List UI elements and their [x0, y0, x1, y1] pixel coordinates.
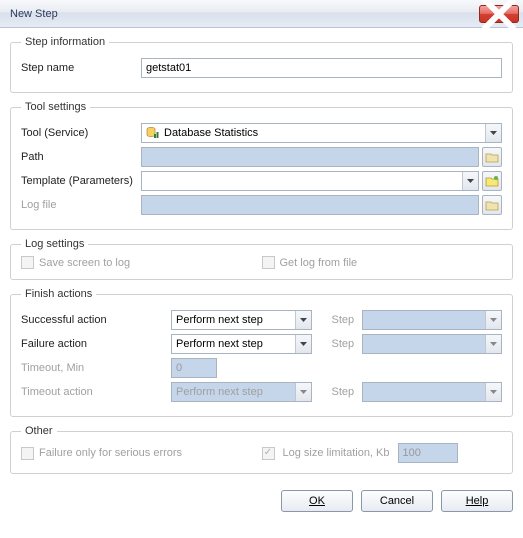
other-legend: Other [21, 425, 57, 437]
get-log-label: Get log from file [280, 257, 358, 269]
tool-combo[interactable]: Database Statistics [141, 123, 502, 143]
template-browse-button[interactable] [482, 171, 502, 191]
path-label: Path [21, 151, 141, 163]
success-action-label: Successful action [21, 314, 171, 326]
success-step-label: Step [312, 314, 362, 326]
folder-open-icon [485, 174, 499, 188]
timeout-input [171, 358, 217, 378]
step-name-input[interactable] [141, 58, 502, 78]
step-information-legend: Step information [21, 36, 109, 48]
folder-icon [485, 150, 499, 164]
chevron-down-icon [485, 124, 501, 142]
folder-icon [485, 198, 499, 212]
logfile-browse-button[interactable] [482, 195, 502, 215]
template-label: Template (Parameters) [21, 175, 141, 187]
chevron-down-icon [295, 311, 311, 329]
chevron-down-icon [295, 335, 311, 353]
chevron-down-icon [462, 172, 478, 190]
finish-actions-legend: Finish actions [21, 288, 96, 300]
finish-actions-group: Finish actions Successful action Perform… [10, 288, 513, 417]
cancel-button[interactable]: Cancel [361, 490, 433, 512]
timeout-label: Timeout, Min [21, 362, 171, 374]
logfile-label: Log file [21, 199, 141, 211]
failure-action-label: Failure action [21, 338, 171, 350]
logfile-input [141, 195, 479, 215]
log-settings-group: Log settings Save screen to log Get log … [10, 238, 513, 280]
timeout-action-combo: Perform next step [171, 382, 312, 402]
save-screen-label: Save screen to log [39, 257, 130, 269]
timeout-action-label: Timeout action [21, 386, 171, 398]
timeout-step-combo [362, 382, 503, 402]
step-name-label: Step name [21, 62, 141, 74]
failure-action-value: Perform next step [176, 338, 263, 350]
template-combo[interactable] [141, 171, 479, 191]
save-screen-checkbox [21, 256, 34, 269]
path-input [141, 147, 479, 167]
chevron-down-icon [295, 383, 311, 401]
chevron-down-icon [485, 383, 501, 401]
button-bar: OK Cancel Help [0, 488, 523, 514]
log-settings-legend: Log settings [21, 238, 88, 250]
success-action-combo[interactable]: Perform next step [171, 310, 312, 330]
step-information-group: Step information Step name [10, 36, 513, 93]
logsize-checkbox [262, 447, 275, 460]
tool-settings-legend: Tool settings [21, 101, 90, 113]
close-button[interactable] [479, 5, 519, 23]
tool-label: Tool (Service) [21, 127, 141, 139]
serious-errors-label: Failure only for serious errors [39, 447, 182, 459]
failure-step-label: Step [312, 338, 362, 350]
window-title: New Step [10, 8, 479, 20]
other-group: Other Failure only for serious errors Lo… [10, 425, 513, 474]
chevron-down-icon [485, 311, 501, 329]
logsize-label: Log size limitation, Kb [283, 447, 390, 459]
get-log-checkbox [262, 256, 275, 269]
path-browse-button[interactable] [482, 147, 502, 167]
timeout-action-value: Perform next step [176, 386, 263, 398]
failure-step-combo [362, 334, 503, 354]
tool-value: Database Statistics [164, 127, 258, 139]
success-action-value: Perform next step [176, 314, 263, 326]
failure-action-combo[interactable]: Perform next step [171, 334, 312, 354]
timeout-step-label: Step [312, 386, 362, 398]
chevron-down-icon [485, 335, 501, 353]
titlebar: New Step [0, 0, 523, 28]
success-step-combo [362, 310, 503, 330]
serious-errors-checkbox [21, 447, 34, 460]
help-button[interactable]: Help [441, 490, 513, 512]
logsize-input [398, 443, 458, 463]
database-statistics-icon [146, 126, 160, 140]
ok-button[interactable]: OK [281, 490, 353, 512]
tool-settings-group: Tool settings Tool (Service) Database St… [10, 101, 513, 230]
close-icon [480, 0, 518, 33]
